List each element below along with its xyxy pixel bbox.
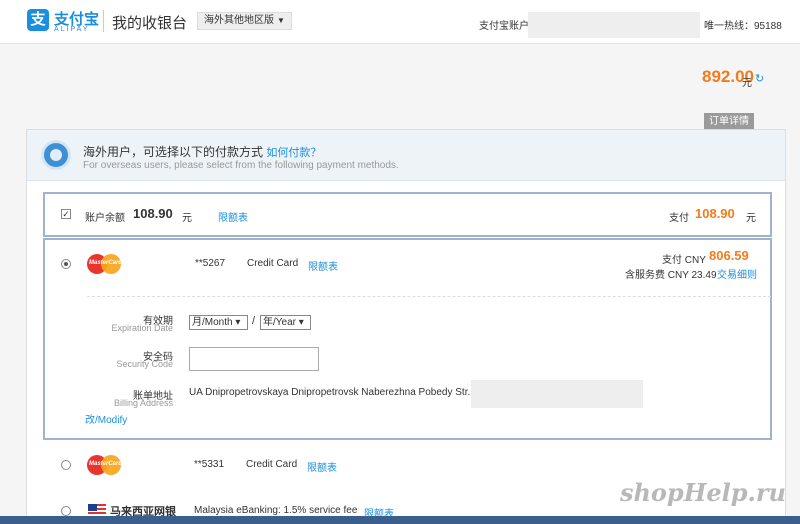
card-5331-limit-link[interactable]: 限额表 [307, 459, 337, 474]
security-code-input[interactable] [189, 347, 319, 371]
order-amount-unit: 元 [742, 78, 752, 89]
refresh-icon[interactable]: ↻ [755, 72, 764, 85]
region-dropdown[interactable]: 海外其他地区版 ▼ [197, 12, 292, 30]
account-label: 支付宝账户 [479, 21, 529, 32]
os-taskbar [0, 516, 800, 524]
divider [87, 296, 771, 297]
globe-icon [41, 140, 71, 170]
mastercard-icon: MasterCard [87, 455, 122, 475]
info-title: 海外用户，可选择以下的付款方式 如何付款？ [83, 143, 321, 160]
watermark: shopHelp.ru [619, 478, 786, 507]
card-5331-type: Credit Card [246, 459, 298, 470]
logo-divider [103, 10, 104, 32]
billing-address-value: UA Dnipropetrovskaya Dnipropetrovsk Nabe… [189, 387, 485, 398]
billing-address-label-en: Billing Address [113, 398, 173, 408]
info-subtitle: For overseas users, please select from t… [83, 160, 399, 171]
card-option-5267[interactable]: MasterCard **5267 Credit Card 限额表 支付 CNY… [43, 238, 772, 440]
card-5267-number: **5267 [195, 258, 226, 269]
balance-limit-link[interactable]: 限额表 [218, 209, 248, 224]
alipay-logo-icon[interactable]: 支 [27, 9, 49, 31]
expiry-slash: / [252, 315, 256, 327]
security-code-label-en: Security Code [116, 359, 173, 369]
balance-unit: 元 [182, 213, 192, 224]
payment-panel: 海外用户，可选择以下的付款方式 如何付款？ For overseas users… [26, 129, 786, 524]
header: 支 支付宝 ALIPAY 我的收银台 海外其他地区版 ▼ 支付宝账户 唯一热线：9… [0, 0, 800, 44]
card-5267-type: Credit Card [247, 258, 299, 269]
info-title-text: 海外用户，可选择以下的付款方式 [83, 145, 264, 159]
region-label: 海外其他地区版 [204, 15, 274, 26]
account-redacted [528, 12, 700, 38]
balance-option[interactable]: ✓ 账户余额 108.90 元 限额表 支付 108.90 元 [43, 192, 772, 237]
expiry-year-select[interactable]: 年/Year ▾ [260, 315, 311, 330]
card-5267-pay-amount: 806.59 [709, 248, 749, 263]
mastercard-icon: MasterCard [87, 254, 122, 274]
malaysia-bank-fee: Malaysia eBanking: 1.5% service fee [194, 505, 358, 516]
card-5331-radio[interactable] [61, 460, 71, 470]
card-5267-radio[interactable] [61, 259, 71, 269]
page-title: 我的收银台 [112, 15, 188, 32]
card-5267-fee: 含服务费 CNY 23.49 [625, 270, 717, 281]
expiry-label-en: Expiration Date [111, 323, 173, 333]
malaysia-bank-radio[interactable] [61, 506, 71, 516]
hotline: 唯一热线：95188 [704, 21, 782, 32]
logo-text-en: ALIPAY [54, 26, 90, 33]
chevron-down-icon: ▼ [277, 16, 285, 25]
balance-pay-amount: 108.90 [695, 206, 735, 221]
balance-pay-label: 支付 [669, 213, 689, 224]
balance-checkbox[interactable]: ✓ [61, 209, 71, 219]
card-5267-fee-link[interactable]: 交易细则 [717, 266, 757, 281]
billing-address-redacted [471, 380, 643, 408]
overseas-info-bar: 海外用户，可选择以下的付款方式 如何付款？ For overseas users… [27, 130, 785, 181]
order-detail-tab[interactable]: 订单详情 [704, 113, 754, 130]
expiry-month-select[interactable]: 月/Month ▾ [189, 315, 248, 330]
balance-pay-unit: 元 [746, 213, 756, 224]
modify-address-link[interactable]: 改/Modify [85, 411, 127, 426]
malaysia-flag-icon [88, 504, 106, 516]
balance-amount: 108.90 [133, 206, 173, 221]
card-5331-number: **5331 [194, 459, 225, 470]
expiry-month-value: 月/Month [192, 317, 233, 328]
card-5267-limit-link[interactable]: 限额表 [308, 258, 338, 273]
card-5267-pay-label: 支付 CNY [662, 255, 706, 266]
how-to-pay-link[interactable]: 如何付款？ [266, 147, 321, 159]
expiry-year-value: 年/Year [263, 317, 296, 328]
balance-label: 账户余额 [85, 213, 125, 224]
